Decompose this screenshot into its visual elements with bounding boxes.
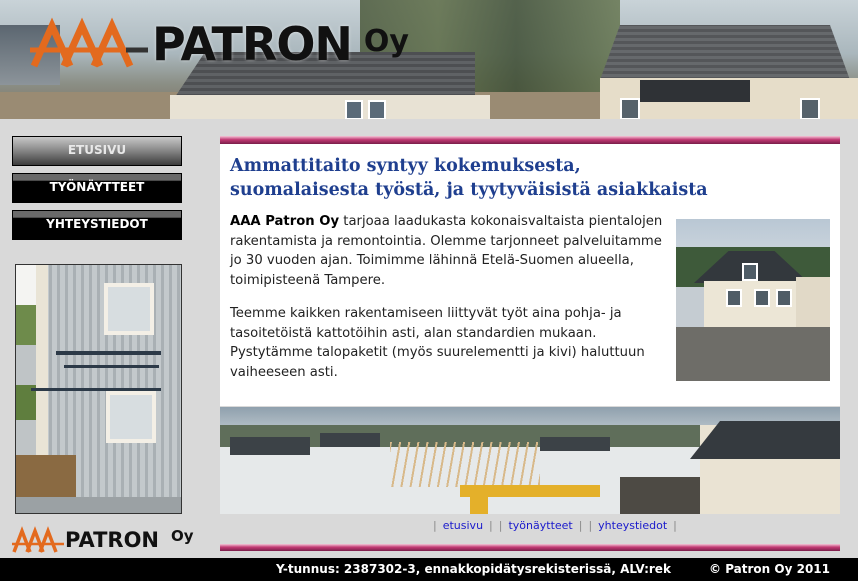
nav-yhteystiedot-button[interactable]: YHTEYSTIEDOT [12, 210, 182, 240]
logo-name: PATRON [152, 17, 353, 71]
construction-panorama-photo [220, 407, 840, 514]
heading-line: suomalaisesta työstä, ja tyytyväisistä a… [230, 180, 708, 200]
link-yhteystiedot[interactable]: yhteystiedot [595, 519, 670, 532]
window-image [104, 283, 154, 335]
company-name: AAA Patron Oy [230, 214, 340, 229]
main-content: Ammattitaito syntyy kokemuksesta, suomal… [220, 144, 840, 406]
logo-suffix: Oy [363, 23, 409, 59]
header-house-window [368, 100, 386, 119]
copyright-text: © Patron Oy 2011 [709, 562, 830, 576]
house-photo [676, 219, 830, 381]
intro-paragraph: AAA Patron Oy tarjoaa laadukasta kokonai… [230, 212, 666, 290]
nav-label: TYÖNÄYTTEET [49, 180, 145, 194]
bottom-links: | etusivu | | työnäytteet | | yhteystied… [433, 519, 677, 532]
nav-etusivu-button[interactable]: ETUSIVU [12, 136, 182, 166]
logo-name: PATRON [65, 528, 160, 552]
nav-label: YHTEYSTIEDOT [46, 217, 148, 231]
aaa-logo-icon [30, 17, 148, 68]
header-house-roof [600, 25, 850, 80]
nav-tyonaytteet-button[interactable]: TYÖNÄYTTEET [12, 173, 182, 203]
divider-bar [220, 544, 840, 551]
header-house-wall [170, 95, 490, 119]
heading-line: Ammattitaito syntyy kokemuksesta, [230, 156, 581, 176]
sidebar-photo [15, 264, 182, 514]
window-image [106, 391, 156, 443]
footer-logo: PATRON Oy [12, 526, 194, 554]
link-tyonaytteet[interactable]: työnäytteet [505, 519, 575, 532]
aaa-logo-icon [12, 526, 64, 553]
link-etusivu[interactable]: etusivu [440, 519, 486, 532]
footer-bar: Y-tunnus: 2387302-3, ennakkopidätysrekis… [0, 558, 858, 581]
business-id-text: Y-tunnus: 2387302-3, ennakkopidätysrekis… [276, 562, 671, 576]
header-house-gable [640, 80, 750, 102]
header-house-window [620, 98, 640, 119]
divider-bar [220, 136, 840, 144]
services-paragraph: Teemme kaikken rakentamiseen liittyvät t… [230, 306, 645, 380]
company-logo[interactable]: PATRON Oy [30, 14, 409, 74]
header-banner: PATRON Oy [0, 0, 858, 119]
header-house-window [800, 98, 820, 119]
nav-label: ETUSIVU [67, 143, 127, 157]
logo-suffix: Oy [171, 527, 194, 545]
page-heading: Ammattitaito syntyy kokemuksesta, suomal… [230, 154, 830, 202]
header-house-window [345, 100, 363, 119]
